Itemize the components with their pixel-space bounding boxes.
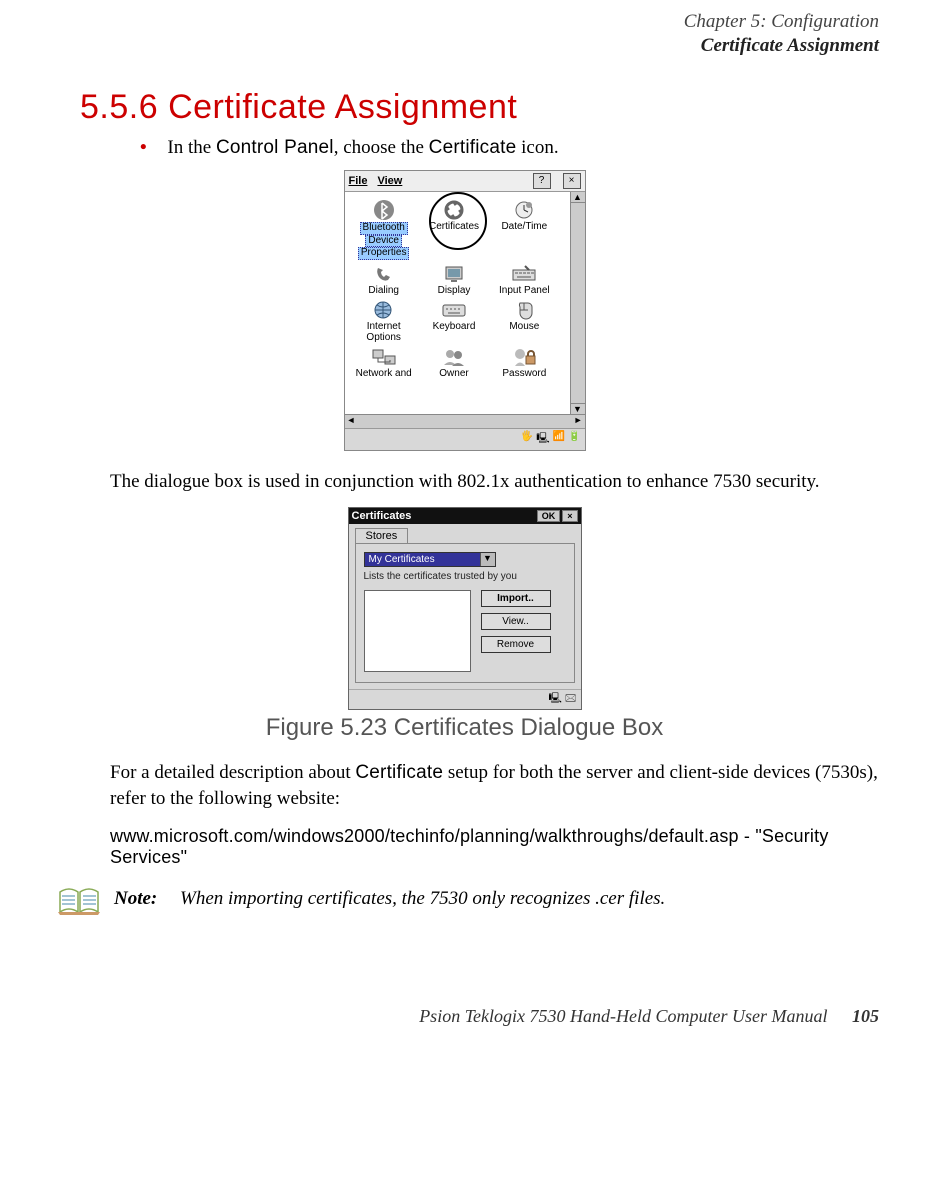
icon-label: Options bbox=[366, 333, 400, 344]
icon-label: Password bbox=[502, 369, 546, 380]
system-tray: 🖐 🖳 📶 🔋 bbox=[345, 428, 585, 450]
control-panel-window: File View ? × Bluetooth Device Propertie… bbox=[344, 170, 586, 451]
tray-icon: 🖐 bbox=[521, 431, 533, 448]
tray-icon: 🔋 bbox=[568, 431, 580, 448]
paragraph-2: For a detailed description about Certifi… bbox=[110, 760, 879, 811]
bullet-text-2: , choose the bbox=[334, 137, 429, 158]
figure-caption: Figure 5.23 Certificates Dialogue Box bbox=[50, 714, 879, 742]
icon-label: Device bbox=[365, 235, 402, 248]
close-button[interactable]: × bbox=[563, 173, 581, 189]
icon-label: Bluetooth bbox=[360, 222, 408, 235]
combo-hint: Lists the certificates trusted by you bbox=[364, 571, 566, 583]
dialog-title: Certificates bbox=[352, 510, 412, 522]
combo-value: My Certificates bbox=[365, 553, 480, 566]
tray-icon: 🖳 bbox=[548, 691, 561, 708]
icon-internet-options[interactable]: Internet Options bbox=[349, 298, 419, 343]
icon-owner[interactable]: Owner bbox=[419, 345, 489, 380]
instruction-bullet: • In the Control Panel, choose the Certi… bbox=[140, 135, 879, 161]
icon-label: Keyboard bbox=[433, 322, 476, 333]
header-chapter: Chapter 5: Configuration bbox=[50, 10, 879, 34]
chevron-down-icon[interactable]: ▼ bbox=[480, 553, 495, 566]
menu-file[interactable]: File bbox=[349, 175, 368, 187]
remove-button[interactable]: Remove bbox=[481, 636, 551, 653]
icon-bluetooth[interactable]: Bluetooth Device Properties bbox=[349, 198, 419, 260]
tray-icon: 📶 bbox=[553, 431, 565, 448]
view-button[interactable]: View.. bbox=[481, 613, 551, 630]
highlight-circle bbox=[429, 192, 487, 250]
cert-listbox[interactable] bbox=[364, 590, 471, 672]
horizontal-scrollbar[interactable]: ◄► bbox=[345, 414, 585, 428]
icon-label: Owner bbox=[439, 369, 468, 380]
header-section: Certificate Assignment bbox=[50, 34, 879, 58]
close-button[interactable]: × bbox=[562, 510, 577, 522]
bullet-icon: • bbox=[140, 137, 147, 158]
system-tray: 🖳 🖂 bbox=[349, 689, 581, 709]
store-combo[interactable]: My Certificates ▼ bbox=[364, 552, 496, 567]
vertical-scrollbar[interactable]: ▲ ▼ bbox=[570, 192, 585, 414]
tray-icon: 🖳 bbox=[536, 431, 549, 448]
tray-icon: 🖂 bbox=[565, 691, 577, 708]
paragraph-1: The dialogue box is used in conjunction … bbox=[110, 469, 879, 495]
tab-stores[interactable]: Stores bbox=[355, 528, 409, 543]
ui-ref-certificate: Certificate bbox=[355, 762, 443, 783]
icon-dialing[interactable]: Dialing bbox=[349, 262, 419, 297]
icon-password[interactable]: Password bbox=[489, 345, 559, 380]
help-button[interactable]: ? bbox=[533, 173, 551, 189]
icon-keyboard[interactable]: Keyboard bbox=[419, 298, 489, 343]
icon-network[interactable]: Network and bbox=[349, 345, 419, 380]
ui-ref-certificate: Certificate bbox=[429, 137, 517, 158]
note-text: Note: When importing certificates, the 7… bbox=[114, 888, 665, 910]
footer-text: Psion Teklogix 7530 Hand-Held Computer U… bbox=[419, 1006, 827, 1026]
note-label: Note: bbox=[114, 888, 157, 909]
icon-label: Mouse bbox=[509, 322, 539, 333]
icon-label: Date/Time bbox=[501, 222, 547, 233]
import-button[interactable]: Import.. bbox=[481, 590, 551, 607]
section-heading: 5.5.6 Certificate Assignment bbox=[80, 88, 879, 127]
reference-url: www.microsoft.com/windows2000/techinfo/p… bbox=[110, 826, 879, 868]
ui-ref-control-panel: Control Panel bbox=[216, 137, 334, 158]
icon-label: Dialing bbox=[368, 286, 399, 297]
bullet-text-3: icon. bbox=[516, 137, 558, 158]
icon-label: Network and bbox=[356, 369, 412, 380]
icon-display[interactable]: Display bbox=[419, 262, 489, 297]
ok-button[interactable]: OK bbox=[537, 510, 561, 522]
icon-label: Input Panel bbox=[499, 286, 550, 297]
icon-label: Display bbox=[438, 286, 471, 297]
note-book-icon bbox=[58, 886, 100, 916]
icon-datetime[interactable]: Date/Time bbox=[489, 198, 559, 260]
menu-view[interactable]: View bbox=[377, 175, 402, 187]
icon-mouse[interactable]: Mouse bbox=[489, 298, 559, 343]
icon-input-panel[interactable]: Input Panel bbox=[489, 262, 559, 297]
certificates-dialog: Certificates OK × Stores My Certificates… bbox=[348, 507, 582, 711]
bullet-text-1: In the bbox=[167, 137, 216, 158]
icon-label: Properties bbox=[358, 247, 410, 260]
page-number: 105 bbox=[852, 1006, 879, 1026]
